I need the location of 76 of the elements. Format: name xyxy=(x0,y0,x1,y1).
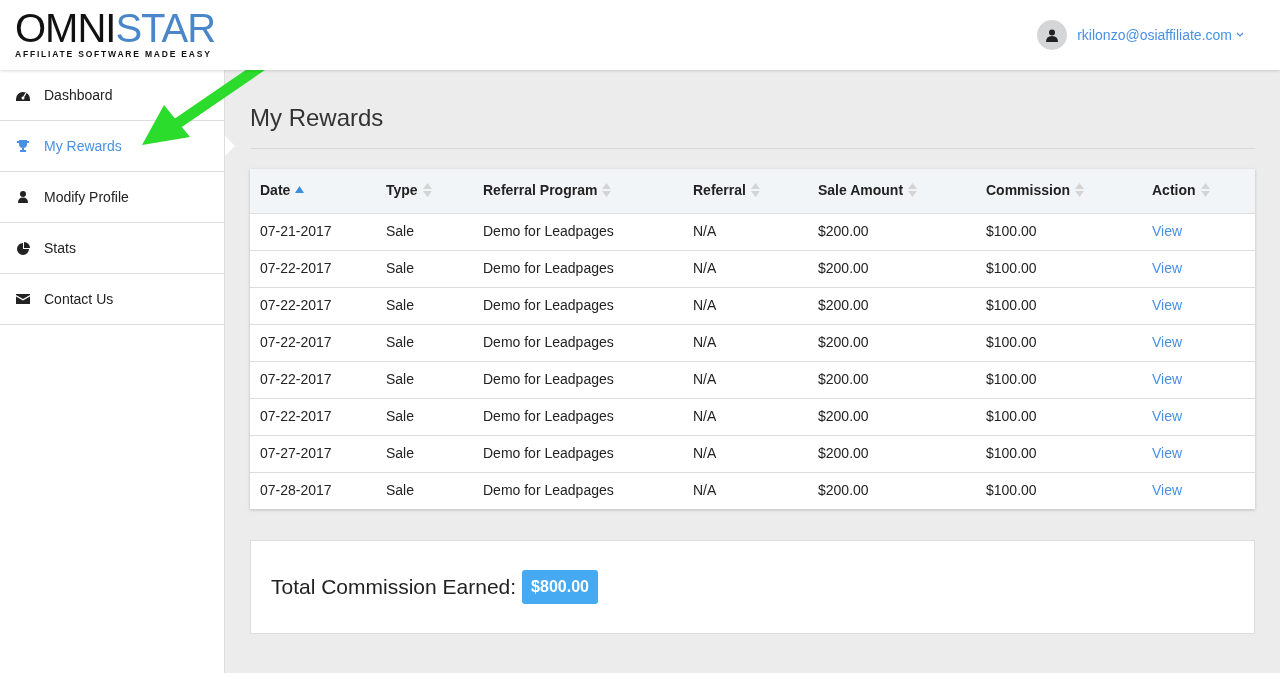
table-cell: N/A xyxy=(693,482,717,499)
table-cell: Sale xyxy=(386,482,415,499)
sort-icon xyxy=(1200,183,1210,198)
table-cell: Sale xyxy=(386,371,415,387)
total-label: Total Commission Earned: xyxy=(271,574,517,601)
column-header[interactable]: Referral xyxy=(683,169,808,213)
table-cell: $100.00 xyxy=(986,371,1037,387)
sort-icon xyxy=(750,183,760,198)
total-amount: $800.00 xyxy=(522,570,598,604)
table-cell: Sale xyxy=(386,334,415,350)
table-cell: N/A xyxy=(693,408,717,424)
table-cell: Sale xyxy=(386,297,415,313)
table-cell: $100.00 xyxy=(986,334,1037,350)
table-cell: $200.00 xyxy=(818,408,869,424)
table-cell: Demo for Leadpages xyxy=(483,445,614,461)
avatar-icon[interactable] xyxy=(1037,20,1068,50)
table-cell: Sale xyxy=(386,445,415,461)
table-cell: $100.00 xyxy=(986,260,1037,276)
table-cell: $200.00 xyxy=(818,334,869,350)
table-cell: 07-22-2017 xyxy=(260,297,332,313)
table-cell: 07-22-2017 xyxy=(260,371,332,387)
table-cell: $200.00 xyxy=(818,260,869,276)
table-cell: 07-22-2017 xyxy=(260,260,332,276)
table-cell: $200.00 xyxy=(818,223,869,239)
sidebar-item[interactable]: Stats xyxy=(0,223,224,274)
column-header[interactable]: Sale Amount xyxy=(808,169,976,213)
table-cell: 07-28-2017 xyxy=(260,482,332,499)
table-cell: Demo for Leadpages xyxy=(483,223,614,239)
trophy-icon xyxy=(16,140,30,152)
column-header[interactable]: Type xyxy=(376,169,473,213)
dashboard-icon xyxy=(16,89,30,101)
table-cell: $200.00 xyxy=(818,482,869,499)
table-cell: $200.00 xyxy=(818,371,869,387)
sort-icon xyxy=(908,183,918,198)
table-cell: N/A xyxy=(693,445,717,461)
table-cell: N/A xyxy=(693,223,717,239)
table-cell: Demo for Leadpages xyxy=(483,260,614,276)
sidebar-item[interactable]: Modify Profile xyxy=(0,172,224,223)
column-header[interactable]: Commission xyxy=(976,169,1142,213)
sort-ascending-icon xyxy=(295,186,305,194)
table-cell: N/A xyxy=(693,334,717,350)
table-cell: $100.00 xyxy=(986,297,1037,313)
column-header[interactable]: Date xyxy=(250,169,376,213)
table-cell: Demo for Leadpages xyxy=(483,408,614,424)
sort-icon xyxy=(602,183,612,198)
table-cell: N/A xyxy=(693,297,717,313)
table-cell: N/A xyxy=(693,260,717,276)
table-cell: Sale xyxy=(386,223,415,239)
table-cell: $200.00 xyxy=(818,297,869,313)
table-cell: Demo for Leadpages xyxy=(483,371,614,387)
table-cell: Demo for Leadpages xyxy=(483,334,614,350)
table-cell: N/A xyxy=(693,371,717,387)
table-cell: 07-21-2017 xyxy=(260,223,332,239)
column-header[interactable]: Referral Program xyxy=(473,169,683,213)
table-cell: Sale xyxy=(386,408,415,424)
sort-icon xyxy=(422,183,432,198)
column-header[interactable]: Action xyxy=(1142,169,1255,213)
sort-icon xyxy=(1075,183,1084,198)
page-title: My Rewards xyxy=(250,100,1255,149)
table-cell: 07-22-2017 xyxy=(260,334,332,350)
table-cell: $100.00 xyxy=(986,223,1037,239)
table-cell: Demo for Leadpages xyxy=(483,482,614,499)
table-cell: $200.00 xyxy=(818,445,869,461)
table-cell: $100.00 xyxy=(986,408,1037,424)
chevron-down-icon xyxy=(1236,32,1244,38)
pie-chart-icon xyxy=(16,241,30,255)
envelope-icon xyxy=(16,294,30,304)
table-cell: 07-27-2017 xyxy=(260,445,332,461)
table-cell: $100.00 xyxy=(986,445,1037,461)
table-cell: Sale xyxy=(386,260,415,276)
table-cell: $100.00 xyxy=(986,482,1037,499)
sidebar-item[interactable]: Contact Us xyxy=(0,274,224,325)
user-icon xyxy=(16,191,30,203)
table-cell: 07-22-2017 xyxy=(260,408,332,424)
table-cell: Demo for Leadpages xyxy=(483,297,614,313)
logo[interactable]: OMNISTAR AFFILIATE SOFTWARE MADE EASY xyxy=(15,9,216,61)
